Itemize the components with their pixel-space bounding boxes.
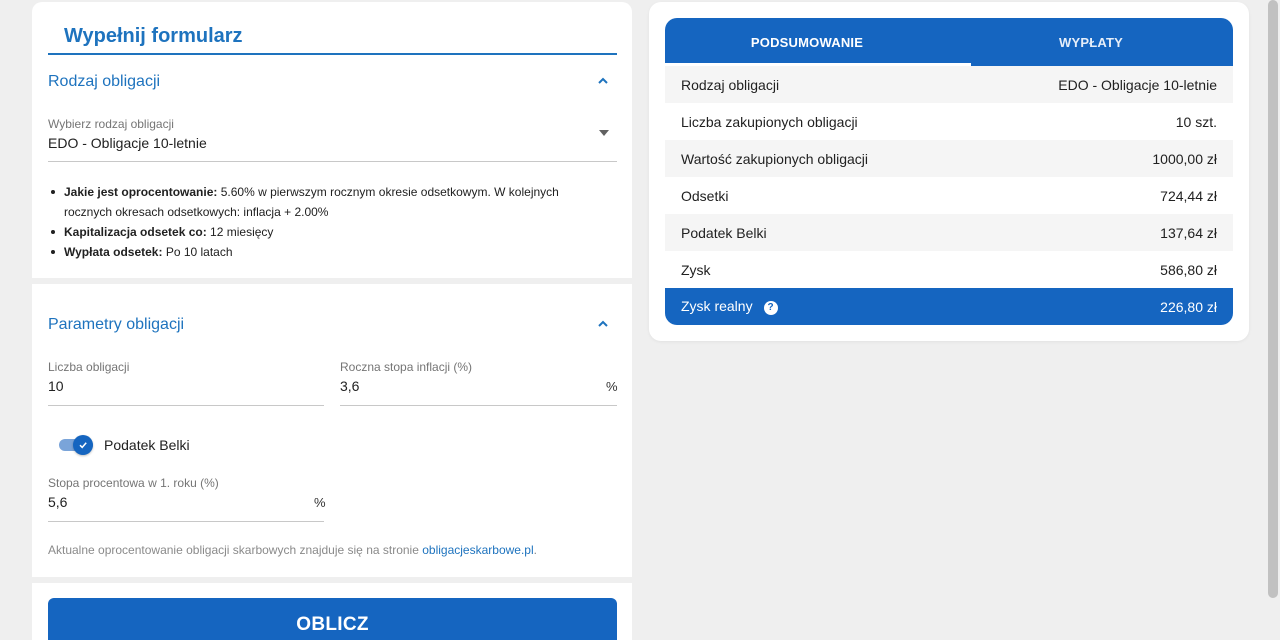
obligacje-link[interactable]: obligacjeskarbowe.pl [422, 543, 533, 557]
inflation-field[interactable]: Roczna stopa inflacji (%) 3,6 % [340, 355, 618, 406]
first-year-rate-underline [48, 521, 324, 522]
tab-payouts[interactable]: WYPŁATY [949, 18, 1233, 66]
calculate-button[interactable]: OBLICZ [48, 598, 617, 640]
summary-row: Zysk 586,80 zł [665, 251, 1233, 288]
section-title-params[interactable]: Parametry obligacji [48, 316, 184, 334]
form-title-divider [48, 53, 617, 55]
bond-type-select-underline [48, 161, 617, 162]
list-item: Wypłata odsetek: Po 10 latach [48, 242, 608, 262]
summary-row: Liczba zakupionych obligacji 10 szt. [665, 103, 1233, 140]
first-year-rate-suffix: % [314, 495, 326, 510]
summary-row-label: Wartość zakupionych obligacji [681, 150, 869, 167]
summary-row-label: Rodzaj obligacji [681, 76, 780, 93]
summary-row-label: Zysk [681, 261, 711, 278]
bond-info-list: Jakie jest oprocentowanie: 5.60% w pierw… [48, 182, 608, 262]
summary-row: Odsetki 724,44 zł [665, 177, 1233, 214]
list-item: Kapitalizacja odsetek co: 12 miesięcy [48, 222, 608, 242]
summary-row: Podatek Belki 137,64 zł [665, 214, 1233, 251]
bond-type-select-label: Wybierz rodzaj obligacji [48, 117, 174, 131]
summary-tabs: PODSUMOWANIE WYPŁATY [665, 18, 1233, 66]
form-title: Wypełnij formularz [64, 25, 243, 47]
belka-tax-toggle[interactable] [59, 435, 95, 455]
inflation-value: 3,6 [340, 378, 360, 394]
first-year-rate-value: 5,6 [48, 494, 68, 510]
first-year-rate-label: Stopa procentowa w 1. roku (%) [48, 476, 219, 490]
belka-tax-toggle-label: Podatek Belki [104, 437, 190, 453]
first-year-rate-field[interactable]: Stopa procentowa w 1. roku (%) 5,6 % [48, 471, 326, 522]
summary-row-label: Podatek Belki [681, 224, 767, 241]
inflation-suffix: % [606, 379, 618, 394]
summary-row-label: Odsetki [681, 187, 729, 204]
toggle-knob [73, 435, 93, 455]
inflation-underline [340, 405, 617, 406]
chevron-up-icon[interactable] [596, 317, 610, 331]
rates-note: Aktualne oprocentowanie obligacji skarbo… [48, 543, 537, 557]
summary-row-value: 10 szt. [1175, 113, 1217, 130]
page-scrollbar[interactable] [1268, 0, 1278, 598]
help-icon[interactable]: ? [763, 300, 778, 315]
section-title-bond-type[interactable]: Rodzaj obligacji [48, 73, 160, 91]
summary-row: Wartość zakupionych obligacji 1000,00 zł [665, 140, 1233, 177]
bond-count-value: 10 [48, 378, 64, 394]
summary-row-value: EDO - Obligacje 10-letnie [1058, 76, 1217, 93]
inflation-label: Roczna stopa inflacji (%) [340, 360, 473, 374]
summary-row-value: 137,64 zł [1160, 224, 1217, 241]
summary-row-value: 1000,00 zł [1152, 150, 1217, 167]
bond-count-label: Liczba obligacji [48, 360, 130, 374]
summary-row-label: Liczba zakupionych obligacji [681, 113, 858, 130]
summary-row: Rodzaj obligacji EDO - Obligacje 10-letn… [665, 66, 1233, 103]
summary-row-value: 226,80 zł [1160, 298, 1217, 315]
bond-count-field[interactable]: Liczba obligacji 10 [48, 355, 324, 406]
summary-row-real-profit: Zysk realny? 226,80 zł [665, 288, 1233, 325]
list-item: Jakie jest oprocentowanie: 5.60% w pierw… [48, 182, 608, 222]
bond-type-select[interactable]: Wybierz rodzaj obligacji EDO - Obligacje… [48, 112, 617, 162]
summary-row-label: Zysk realny? [681, 298, 778, 315]
caret-down-icon [599, 130, 609, 136]
summary-row-value: 586,80 zł [1160, 261, 1217, 278]
check-icon [79, 442, 87, 449]
tab-summary[interactable]: PODSUMOWANIE [665, 18, 949, 66]
bond-count-underline [48, 405, 324, 406]
bond-type-select-value: EDO - Obligacje 10-letnie [48, 135, 207, 151]
chevron-up-icon[interactable] [596, 74, 610, 88]
summary-row-value: 724,44 zł [1160, 187, 1217, 204]
